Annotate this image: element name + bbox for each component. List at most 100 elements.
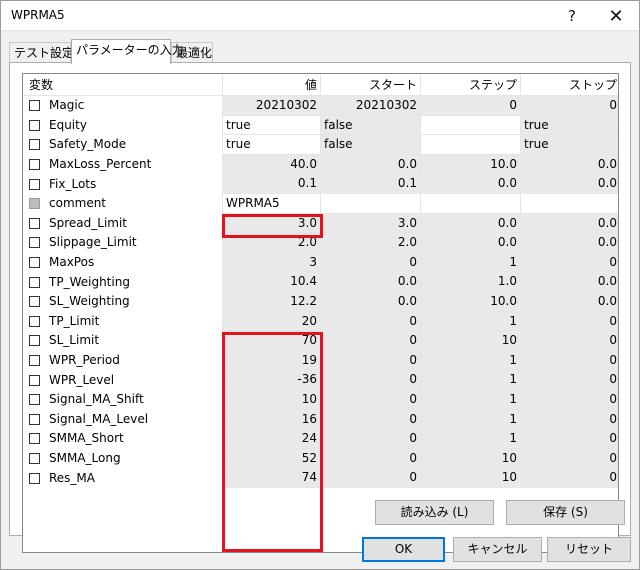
- header-start[interactable]: スタート: [321, 74, 421, 95]
- optimize-checkbox[interactable]: [29, 217, 40, 229]
- optimize-checkbox[interactable]: [29, 453, 40, 465]
- step-cell[interactable]: 10.0: [421, 292, 521, 312]
- start-cell[interactable]: 0.0: [321, 292, 421, 312]
- table-row[interactable]: TP_Weighting 10.4 0.0 1.0 0.0: [23, 272, 618, 292]
- step-cell[interactable]: 0.0: [421, 213, 521, 234]
- optimize-checkbox[interactable]: [29, 296, 40, 308]
- stop-cell[interactable]: [521, 194, 618, 214]
- table-row[interactable]: Equity true false true: [23, 115, 618, 136]
- table-row[interactable]: Signal_MA_Level 16 0 1 0: [23, 409, 618, 430]
- start-cell[interactable]: 0: [321, 370, 421, 390]
- ok-button[interactable]: OK: [362, 537, 445, 562]
- start-cell[interactable]: 0: [321, 331, 421, 351]
- step-cell[interactable]: [421, 135, 521, 155]
- tab-parameters[interactable]: パラメーターの入力: [71, 39, 184, 64]
- optimize-checkbox[interactable]: [29, 237, 40, 249]
- table-row[interactable]: Signal_MA_Shift 10 0 1 0: [23, 390, 618, 410]
- stop-cell[interactable]: 0: [521, 390, 618, 410]
- stop-cell[interactable]: 0: [521, 331, 618, 351]
- start-cell[interactable]: 0: [321, 468, 421, 488]
- value-cell[interactable]: 24: [223, 429, 321, 449]
- start-cell[interactable]: 0.0: [321, 154, 421, 175]
- step-cell[interactable]: 10: [421, 331, 521, 351]
- optimize-checkbox[interactable]: [29, 335, 40, 347]
- table-row[interactable]: MaxLoss_Percent 40.0 0.0 10.0 0.0: [23, 154, 618, 175]
- table-row[interactable]: Fix_Lots 0.1 0.1 0.0 0.0: [23, 174, 618, 194]
- optimize-checkbox[interactable]: [29, 257, 40, 269]
- optimize-checkbox[interactable]: [29, 159, 40, 171]
- step-cell[interactable]: 1: [421, 390, 521, 410]
- tab-test-settings[interactable]: テスト設定: [9, 42, 74, 63]
- optimize-checkbox[interactable]: [29, 276, 40, 288]
- start-cell[interactable]: 0: [321, 429, 421, 449]
- cancel-button[interactable]: キャンセル: [453, 537, 542, 562]
- table-row[interactable]: SMMA_Short 24 0 1 0: [23, 429, 618, 449]
- table-row[interactable]: Res_MA 74 0 10 0: [23, 468, 618, 488]
- value-cell[interactable]: 2.0: [223, 233, 321, 253]
- step-cell[interactable]: 10: [421, 448, 521, 469]
- value-cell[interactable]: 19: [223, 350, 321, 371]
- value-cell[interactable]: 12.2: [223, 292, 321, 312]
- stop-cell[interactable]: 0.0: [521, 292, 618, 312]
- step-cell[interactable]: 0.0: [421, 233, 521, 253]
- table-row[interactable]: WPR_Period 19 0 1 0: [23, 350, 618, 371]
- table-row[interactable]: Magic 20210302 20210302 0 0: [23, 96, 618, 116]
- stop-cell[interactable]: true: [521, 135, 618, 155]
- start-cell[interactable]: 3.0: [321, 213, 421, 234]
- start-cell[interactable]: 0: [321, 252, 421, 273]
- value-cell[interactable]: 10: [223, 390, 321, 410]
- step-cell[interactable]: [421, 115, 521, 136]
- step-cell[interactable]: 10.0: [421, 154, 521, 175]
- value-cell[interactable]: 70: [223, 331, 321, 351]
- value-cell[interactable]: -36: [223, 370, 321, 390]
- start-cell[interactable]: 0.0: [321, 272, 421, 292]
- start-cell[interactable]: false: [321, 135, 421, 155]
- save-button[interactable]: 保存 (S): [506, 500, 625, 525]
- stop-cell[interactable]: 0: [521, 96, 618, 116]
- step-cell[interactable]: 1: [421, 429, 521, 449]
- value-cell[interactable]: 3: [223, 252, 321, 273]
- header-stop[interactable]: ストップ: [521, 74, 618, 95]
- header-variable[interactable]: 変数: [23, 74, 223, 95]
- table-row[interactable]: SL_Weighting 12.2 0.0 10.0 0.0: [23, 292, 618, 312]
- help-icon[interactable]: ?: [549, 1, 595, 31]
- header-value[interactable]: 値: [223, 74, 321, 95]
- load-button[interactable]: 読み込み (L): [375, 500, 494, 525]
- optimize-checkbox[interactable]: [29, 472, 40, 484]
- start-cell[interactable]: 0.1: [321, 174, 421, 194]
- value-cell[interactable]: 10.4: [223, 272, 321, 292]
- start-cell[interactable]: 20210302: [321, 96, 421, 116]
- parameters-grid[interactable]: 変数 値 スタート ステップ ストップ Magic 20210302 2021030…: [22, 73, 619, 553]
- optimize-checkbox[interactable]: [29, 433, 40, 445]
- optimize-checkbox[interactable]: [29, 413, 40, 425]
- stop-cell[interactable]: 0: [521, 311, 618, 332]
- value-cell[interactable]: WPRMA5: [223, 194, 321, 214]
- stop-cell[interactable]: true: [521, 115, 618, 136]
- reset-button[interactable]: リセット: [547, 537, 631, 562]
- value-cell[interactable]: 74: [223, 468, 321, 488]
- value-cell[interactable]: true: [223, 115, 321, 136]
- start-cell[interactable]: [321, 194, 421, 214]
- start-cell[interactable]: 0: [321, 311, 421, 332]
- value-cell[interactable]: 16: [223, 409, 321, 430]
- header-step[interactable]: ステップ: [421, 74, 521, 95]
- value-cell[interactable]: true: [223, 135, 321, 155]
- step-cell[interactable]: 0.0: [421, 174, 521, 194]
- stop-cell[interactable]: 0: [521, 409, 618, 430]
- stop-cell[interactable]: 0: [521, 370, 618, 390]
- step-cell[interactable]: 1.0: [421, 272, 521, 292]
- stop-cell[interactable]: 0: [521, 468, 618, 488]
- optimize-checkbox[interactable]: [29, 355, 40, 367]
- value-cell[interactable]: 20210302: [223, 96, 321, 116]
- optimize-checkbox[interactable]: [29, 394, 40, 406]
- step-cell[interactable]: [421, 194, 521, 214]
- start-cell[interactable]: false: [321, 115, 421, 136]
- optimize-checkbox[interactable]: [29, 374, 40, 386]
- table-row[interactable]: Spread_Limit 3.0 3.0 0.0 0.0: [23, 213, 618, 234]
- stop-cell[interactable]: 0: [521, 448, 618, 469]
- table-row[interactable]: TP_Limit 20 0 1 0: [23, 311, 618, 332]
- optimize-checkbox[interactable]: [29, 315, 40, 327]
- stop-cell[interactable]: 0.0: [521, 233, 618, 253]
- table-row[interactable]: comment WPRMA5: [23, 194, 618, 214]
- stop-cell[interactable]: 0.0: [521, 174, 618, 194]
